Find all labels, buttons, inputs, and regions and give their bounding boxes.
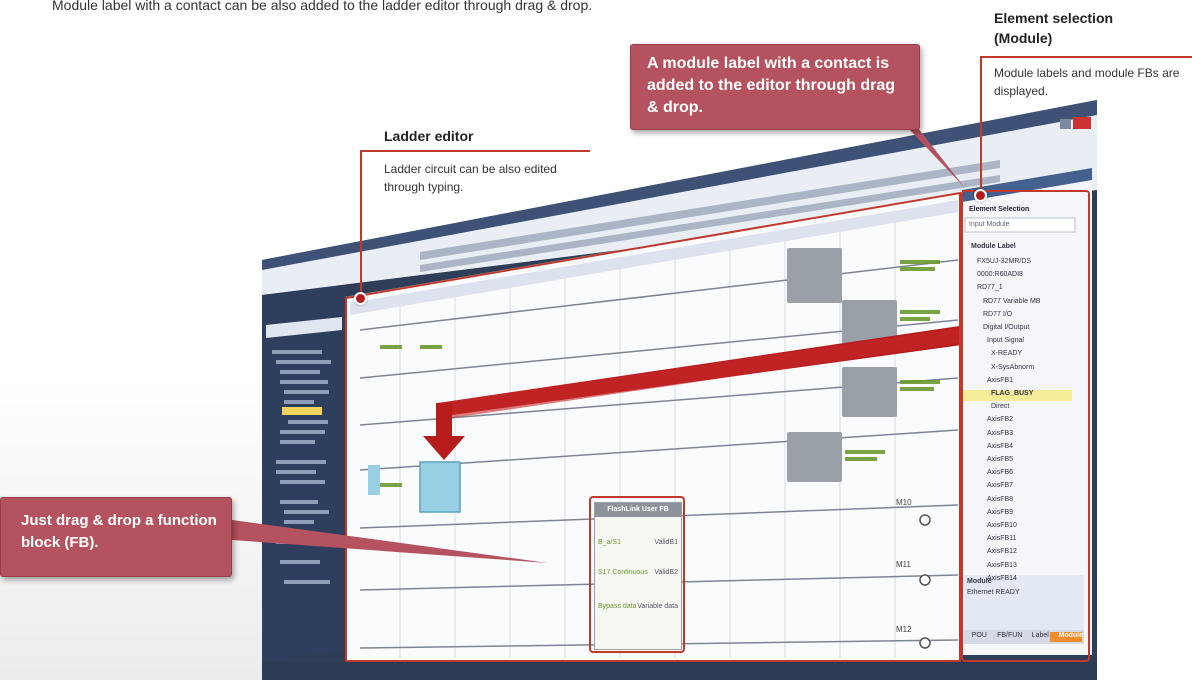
status-bar (262, 662, 1097, 680)
tab-fb-fun[interactable]: FB/FUN (996, 632, 1025, 639)
contact-marker (368, 465, 380, 495)
nav-selected-item (282, 407, 322, 415)
element-panel: Element Selection Input Module Module La… (963, 205, 1087, 655)
tree-item[interactable]: AxisFB11 (977, 532, 1087, 545)
tree-item[interactable]: AxisFB1 (977, 374, 1087, 387)
tree-item[interactable]: 0000:R60ADI8 (977, 268, 1087, 281)
tree-item[interactable]: AxisFB5 (977, 453, 1087, 466)
tree-item[interactable]: Direct (977, 400, 1087, 413)
tab-pou[interactable]: POU (965, 632, 994, 639)
fb-pin-right: Variable data (637, 603, 678, 610)
tree-item[interactable]: RD77 I/O (977, 308, 1087, 321)
element-info-label: Module (967, 578, 992, 585)
tree-item[interactable]: AxisFB12 (977, 545, 1087, 558)
element-selection-rule (980, 56, 1192, 58)
element-tree: FX5UJ-32MR/DS 0000:R60ADI8 RD77_1 RD77 V… (977, 255, 1087, 585)
tree-item[interactable]: RD77_1 (977, 281, 1087, 294)
dropped-contact (419, 461, 461, 513)
coil-label: M11 (896, 560, 911, 569)
element-info-value: Ethernet READY (967, 589, 1020, 596)
element-panel-title: Element Selection (969, 206, 1030, 213)
drag-arrow-stem (436, 403, 452, 438)
tree-root[interactable]: Module Label (971, 243, 1016, 250)
tree-item[interactable]: AxisFB9 (977, 506, 1087, 519)
tree-item[interactable]: AxisFB4 (977, 440, 1087, 453)
tab-label[interactable]: Label (1026, 632, 1055, 639)
tree-item[interactable]: FX5UJ-32MR/DS (977, 255, 1087, 268)
element-selection-pointer-dot (974, 189, 987, 202)
fb-pin-right: ValidB2 (654, 569, 678, 576)
coil-label: M10 (896, 498, 912, 507)
fb-pin-left: Bypass data (598, 603, 637, 610)
ladder-editor-rule (360, 150, 590, 152)
close-window-icon (1073, 117, 1091, 129)
tree-item[interactable]: AxisFB6 (977, 466, 1087, 479)
element-selection-leader (980, 56, 982, 196)
tree-item[interactable]: X-READY (977, 347, 1087, 360)
tree-item[interactable]: Digital I/Output (977, 321, 1087, 334)
tree-item[interactable]: Input Signal (977, 334, 1087, 347)
tree-item[interactable]: AxisFB10 (977, 519, 1087, 532)
ladder-editor-pointer-dot (354, 292, 367, 305)
ladder-editor-leader (360, 150, 362, 298)
element-selection-heading: Element selection (Module) (994, 10, 1114, 46)
fb-pin-left: S17 Continuous (598, 569, 648, 576)
ladder-editor-description: Ladder circuit can be also edited throug… (384, 162, 557, 194)
maximize-window-icon (1060, 119, 1071, 129)
tree-item[interactable]: AxisFB8 (977, 493, 1087, 506)
fb-title: FlashLink User FB (595, 503, 681, 517)
fb-pin-left: B_a/S1 (598, 539, 621, 546)
tree-item-highlighted[interactable]: FLAG_BUSY (977, 387, 1087, 400)
element-search-input[interactable]: Input Module (969, 221, 1009, 228)
tab-module[interactable]: Module (1057, 632, 1086, 639)
tree-item[interactable]: AxisFB14 (977, 572, 1087, 585)
tree-item[interactable]: AxisFB3 (977, 427, 1087, 440)
tree-item[interactable]: AxisFB13 (977, 559, 1087, 572)
tree-item[interactable]: RD77 Variable MB (977, 295, 1087, 308)
coil-label: M12 (896, 625, 912, 634)
tree-item[interactable]: AxisFB2 (977, 413, 1087, 426)
callout-module-label: A module label with a contact is added t… (630, 44, 920, 130)
fb-pin-right: ValidB1 (654, 539, 678, 546)
callout-function-block: Just drag & drop a function block (FB). (0, 497, 232, 577)
fb-block[interactable]: FlashLink User FB B_a/S1 S17 Continuous … (594, 502, 682, 650)
tree-item[interactable]: X-SysAbnorm (977, 361, 1087, 374)
tree-item[interactable]: AxisFB7 (977, 479, 1087, 492)
element-selection-description: Module labels and module FBs are display… (994, 66, 1180, 98)
element-tabs: POU FB/FUN Label Module (965, 632, 1085, 639)
ladder-editor-heading: Ladder editor (384, 128, 474, 144)
